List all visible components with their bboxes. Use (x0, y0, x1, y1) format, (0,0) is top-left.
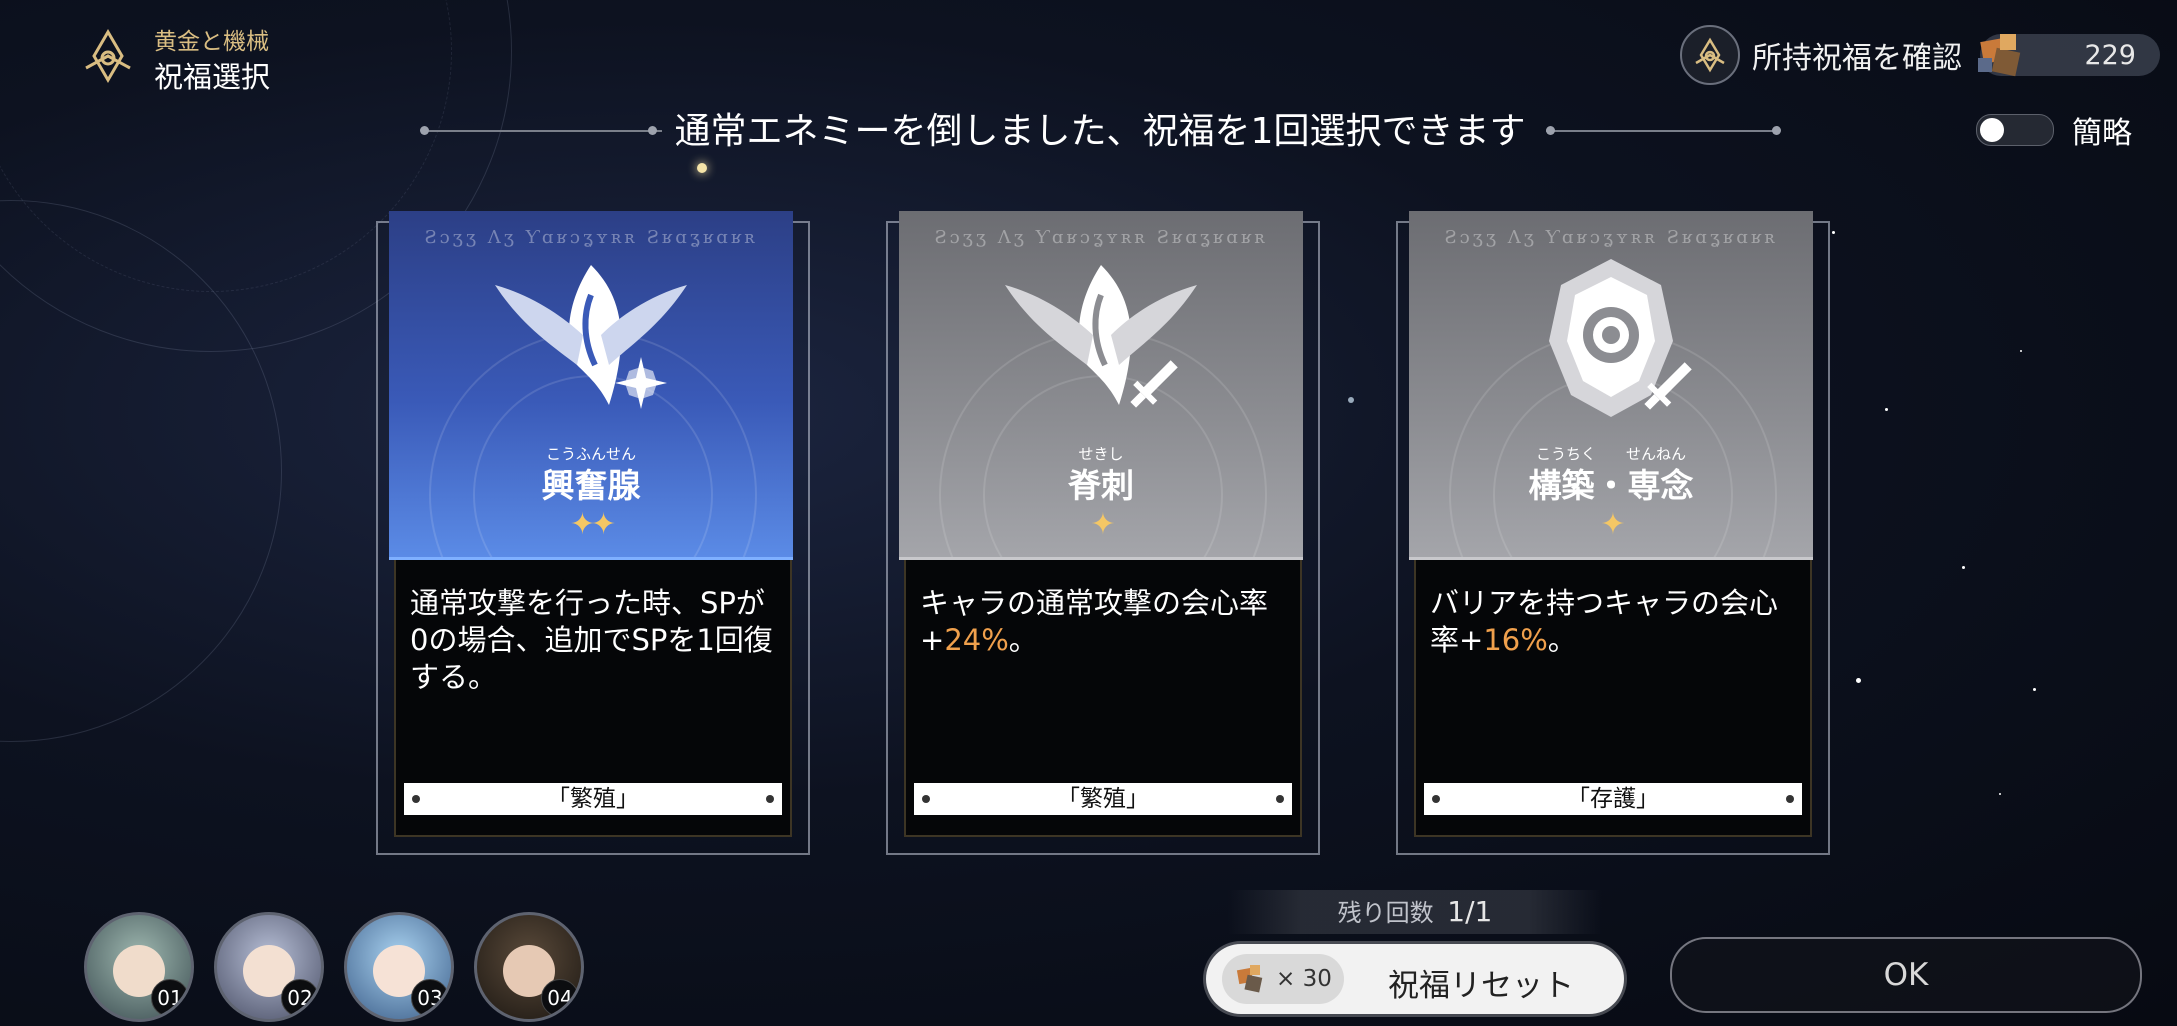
star (1856, 678, 1861, 683)
card-description-tail: 。 (1008, 623, 1038, 657)
party-member-1[interactable]: 01 (84, 912, 194, 1022)
star (2033, 688, 2036, 691)
card-description: 通常攻撃を行った時、SPが0の場合、追加でSPを1回復する。 (410, 585, 782, 696)
reset-blessing-label: 祝福リセット (1388, 968, 1574, 1004)
simplify-toggle[interactable] (1976, 114, 2054, 146)
check-blessings-label: 所持祝福を確認 (1752, 41, 1962, 76)
page-title: 祝福選択 (154, 60, 271, 94)
party-slot-number: 03 (411, 979, 449, 1017)
banner-text: 通常エネミーを倒しました、祝福を1回選択できます (674, 111, 1526, 152)
path-name: 「繁殖」 (1057, 786, 1149, 812)
propagation-emblem-icon (495, 265, 687, 409)
star (1348, 397, 1354, 403)
card-rune-text: Ƨɔʒʒ Λʒ Ƴɑʁɔʓʏʀʀ Ƨʁɑʓʁɑʁʀ (1444, 227, 1778, 248)
party-slot-number: 04 (541, 979, 579, 1017)
ok-button[interactable]: OK (1670, 937, 2142, 1013)
card-description: キャラの通常攻撃の会心率+24%。 (920, 585, 1292, 659)
path-name: 「繁殖」 (547, 786, 639, 812)
card-art: Ƨɔʒʒ Λʒ Ƴɑʁɔʓʏʀʀ Ƨʁɑʓʁɑʁʀ こうちく せんねん 構築・専… (1409, 211, 1813, 560)
path-dot (922, 795, 930, 803)
currency-value: 229 (2084, 40, 2136, 71)
sparkle (697, 163, 707, 173)
card-description-tail: 。 (1547, 623, 1577, 657)
card-name: 構築・専念 (1528, 466, 1694, 505)
party-slot-number: 01 (151, 979, 189, 1017)
star (2020, 350, 2022, 352)
party-slot-number: 02 (281, 979, 319, 1017)
reset-cost-amount: × 30 (1276, 966, 1332, 992)
toggle-knob (1980, 118, 2004, 142)
card-rune-text: Ƨɔʒʒ Λʒ Ƴɑʁɔʓʏʀʀ Ƨʁɑʓʁɑʁʀ (934, 227, 1268, 248)
reset-blessing-button[interactable]: × 30 祝福リセット (1206, 944, 1624, 1014)
trailblaze-logo-icon (85, 29, 131, 83)
path-dot (1786, 795, 1794, 803)
remaining-count: 残り回数 1/1 (1228, 890, 1602, 934)
rarity-stars: ✦ (1090, 507, 1115, 542)
cosmic-fragment-icon (1236, 965, 1263, 993)
world-subtitle: 黄金と機械 (154, 29, 269, 55)
blessing-card-3[interactable]: Ƨɔʒʒ Λʒ Ƴɑʁɔʓʏʀʀ Ƨʁɑʓʁɑʁʀ こうちく せんねん 構築・専… (1396, 211, 1830, 855)
card-description-value: 24% (944, 623, 1009, 657)
star (1962, 566, 1965, 569)
rarity-stars: ✦✦ (569, 507, 616, 542)
path-dot (1432, 795, 1440, 803)
check-blessings-button[interactable]: 所持祝福を確認 (1680, 24, 1962, 86)
card-description-value: 16% (1483, 623, 1548, 657)
rarity-stars: ✦ (1600, 507, 1625, 542)
path-label: 「繁殖」 (914, 783, 1292, 815)
propagation-emblem-icon (1005, 265, 1197, 408)
selection-banner: 通常エネミーを倒しました、祝福を1回選択できます (420, 102, 1781, 158)
path-label: 「存護」 (1424, 783, 1802, 815)
cosmic-fragment-counter: 229 (1978, 34, 2160, 77)
star (1832, 231, 1835, 234)
party-member-2[interactable]: 02 (214, 912, 324, 1022)
remaining-label: 残り回数 (1337, 899, 1434, 927)
card-description-text: 通常攻撃を行った時、SPが0の場合、追加でSPを1回復する。 (410, 586, 773, 694)
cosmic-fragment-icon (1978, 34, 2021, 77)
card-name: 脊刺 (1068, 466, 1134, 505)
simplify-toggle-label: 簡略 (2072, 116, 2132, 151)
path-dot (1276, 795, 1284, 803)
path-name: 「存護」 (1567, 786, 1659, 812)
reset-cost: × 30 (1222, 954, 1344, 1004)
blessing-card-1[interactable]: Ƨɔʒʒ Λʒ Ƴɑʁɔʓʏʀʀ Ƨʁɑʓʁɑʁʀ こうふんせん 興奮腺 ✦✦ … (376, 211, 810, 855)
card-art: Ƨɔʒʒ Λʒ Ƴɑʁɔʓʏʀʀ Ƨʁɑʓʁɑʁʀ こうふんせん 興奮腺 ✦✦ (389, 211, 793, 560)
card-rune-text: Ƨɔʒʒ Λʒ Ƴɑʁɔʓʏʀʀ Ƨʁɑʓʁɑʁʀ (424, 227, 758, 248)
path-dot (766, 795, 774, 803)
card-art: Ƨɔʒʒ Λʒ Ƴɑʁɔʓʏʀʀ Ƨʁɑʓʁɑʁʀ せきし 脊刺 ✦ (899, 211, 1303, 560)
star (1885, 408, 1888, 411)
party-member-3[interactable]: 03 (344, 912, 454, 1022)
remaining-value: 1/1 (1447, 895, 1493, 928)
card-name: 興奮腺 (541, 466, 641, 505)
star (1999, 793, 2001, 795)
card-description: バリアを持つキャラの会心率+16%。 (1430, 585, 1802, 659)
path-label: 「繁殖」 (404, 783, 782, 815)
blessing-emblem-icon (1680, 25, 1740, 85)
party-member-4[interactable]: 04 (474, 912, 584, 1022)
blessing-card-2[interactable]: Ƨɔʒʒ Λʒ Ƴɑʁɔʓʏʀʀ Ƨʁɑʓʁɑʁʀ せきし 脊刺 ✦ キャラの通… (886, 211, 1320, 855)
preservation-emblem-icon (1549, 259, 1692, 417)
path-dot (412, 795, 420, 803)
